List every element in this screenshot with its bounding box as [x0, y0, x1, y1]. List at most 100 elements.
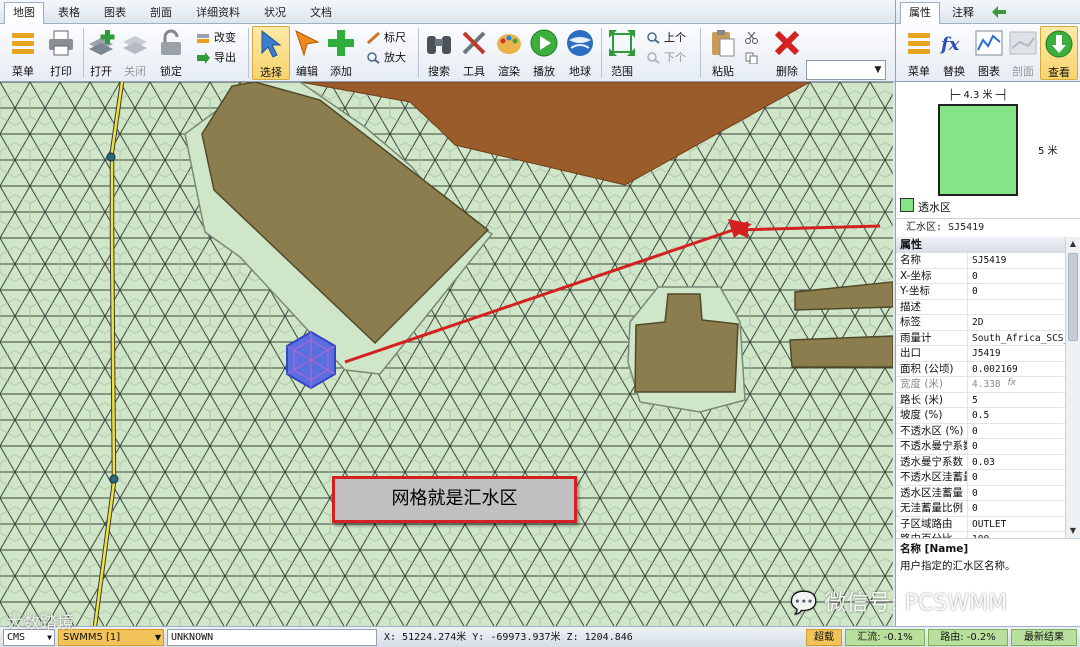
junction-node[interactable] — [109, 474, 119, 484]
property-row[interactable]: 透水区洼蓄量 0 — [896, 485, 1066, 501]
routing-error-indicator[interactable]: 路由: -0.2% — [928, 629, 1008, 646]
play-button[interactable]: 播放 — [525, 26, 563, 80]
property-value[interactable]: 5 — [970, 393, 1066, 408]
property-row[interactable]: 坡度 (%) 0.5 — [896, 408, 1066, 424]
print-button[interactable]: 打印 — [42, 26, 80, 80]
export-button[interactable]: 导出 — [196, 49, 236, 67]
tab-details[interactable]: 详细资料 — [188, 3, 248, 24]
paste-button[interactable]: 粘贴 — [704, 26, 742, 80]
render-button[interactable]: 渲染 — [490, 26, 528, 80]
property-name: 宽度 (米) — [896, 377, 968, 392]
add-button[interactable]: 添加 — [322, 26, 360, 80]
property-value[interactable]: 0 — [970, 501, 1066, 516]
property-row[interactable]: 宽度 (米) fx 4.338 — [896, 377, 1066, 393]
right-panel-ribbon: 菜单 fx 替换 图表 剖面 查看 — [895, 24, 1080, 82]
property-value[interactable]: 0 — [970, 470, 1066, 485]
cursor-coordinates: X: 51224.274米 Y: -69973.937米 Z: 1204.846 — [384, 632, 633, 643]
menu-tab-bar: 地图 表格 图表 剖面 详细资料 状况 文档 — [0, 0, 895, 25]
panel-chart-button[interactable]: 图表 — [970, 26, 1008, 80]
property-row[interactable]: X-坐标 0 — [896, 268, 1066, 284]
open-button[interactable]: 打开 — [82, 26, 120, 80]
property-value[interactable]: 0 — [970, 284, 1066, 299]
property-name: 出口 — [896, 346, 968, 361]
property-scrollbar[interactable]: ▲ ▼ — [1065, 237, 1080, 538]
property-value[interactable]: J5419 — [970, 346, 1066, 361]
height-dimension: 5 米 — [1038, 146, 1058, 157]
property-value[interactable]: OUTLET — [970, 517, 1066, 532]
pin-panel-icon[interactable] — [992, 6, 1006, 21]
panel-profile-button[interactable]: 剖面 — [1004, 26, 1042, 80]
property-name: 透水区洼蓄量 — [896, 485, 968, 501]
replace-button[interactable]: fx 替换 — [935, 26, 973, 80]
scroll-down-icon[interactable]: ▼ — [1066, 524, 1080, 538]
edit-button[interactable]: 编辑 — [288, 26, 326, 80]
lock-button[interactable]: 锁定 — [152, 26, 190, 80]
property-row[interactable]: 描述 — [896, 299, 1066, 315]
tab-table[interactable]: 表格 — [50, 3, 88, 24]
property-row[interactable]: 出口 J5419 — [896, 346, 1066, 362]
previous-extent-button[interactable]: 上个 — [646, 29, 686, 47]
search-button[interactable]: 搜索 — [420, 26, 458, 80]
junction-node[interactable] — [106, 152, 116, 162]
property-row[interactable]: 不透水区洼蓄量 0 — [896, 470, 1066, 486]
property-row[interactable]: 名称 SJ5419 — [896, 253, 1066, 269]
property-value[interactable]: 0 — [970, 439, 1066, 454]
property-value[interactable]: 0.5 — [970, 408, 1066, 423]
overload-indicator[interactable]: 超载 — [806, 629, 842, 646]
copy-button[interactable] — [744, 49, 762, 67]
property-row[interactable]: 子区域路由 OUTLET — [896, 516, 1066, 532]
tab-properties[interactable]: 属性 — [900, 2, 940, 25]
mesh-grid — [0, 82, 893, 626]
property-value[interactable]: 0.002169 — [970, 362, 1066, 377]
panel-menu-button[interactable]: 菜单 — [900, 26, 938, 80]
property-value[interactable]: 0 — [970, 486, 1066, 501]
property-row[interactable]: 面积 (公顷) 0.002169 — [896, 361, 1066, 377]
tab-documents[interactable]: 文档 — [302, 3, 340, 24]
latest-results-indicator[interactable]: 最新结果 — [1011, 629, 1077, 646]
tab-status[interactable]: 状况 — [256, 3, 294, 24]
property-row[interactable]: 无洼蓄量比例 0 — [896, 501, 1066, 517]
view-button[interactable]: 查看 — [1040, 26, 1078, 80]
tab-profile[interactable]: 剖面 — [142, 3, 180, 24]
change-button[interactable]: 改变 — [196, 29, 236, 47]
property-row[interactable]: 不透水曼宁系数 0 — [896, 439, 1066, 455]
close-button[interactable]: 关闭 — [116, 26, 154, 80]
favorites-combobox[interactable]: ▼ — [806, 60, 886, 80]
tab-map[interactable]: 地图 — [4, 2, 44, 25]
property-row[interactable]: 标签 2D — [896, 315, 1066, 331]
red-x-icon — [772, 28, 802, 58]
zoom-button[interactable]: 放大 — [366, 49, 406, 67]
property-row[interactable]: Y-坐标 0 — [896, 284, 1066, 300]
property-value[interactable]: 0 — [970, 269, 1066, 284]
ribbon-toolbar: 菜单 打印 打开 关闭 锁定 改变 导出 选择 编辑 添加 标尺 放大 搜索 工… — [0, 24, 895, 102]
delete-button[interactable]: 删除 — [768, 26, 806, 80]
map-canvas[interactable]: 网格就是汇水区 — [0, 82, 893, 626]
tools-button[interactable]: 工具 — [455, 26, 493, 80]
property-value[interactable]: 4.338 — [970, 377, 1066, 392]
legend-swatch — [900, 198, 914, 212]
property-value[interactable]: 2D — [970, 315, 1066, 330]
preview-rectangle — [938, 104, 1018, 196]
property-row[interactable]: 不透水区 (%) 0 — [896, 423, 1066, 439]
scroll-thumb[interactable] — [1068, 253, 1078, 341]
property-row[interactable]: 路长 (米) 5 — [896, 392, 1066, 408]
cut-button[interactable] — [744, 29, 762, 47]
select-button[interactable]: 选择 — [252, 26, 290, 80]
tab-notes[interactable]: 注释 — [944, 3, 982, 24]
next-extent-button[interactable]: 下个 — [646, 49, 686, 67]
property-row[interactable]: 透水曼宁系数 0.03 — [896, 454, 1066, 470]
extent-button[interactable]: 范围 — [603, 26, 641, 80]
property-value[interactable]: South_Africa_SCS_ — [970, 331, 1066, 346]
property-value[interactable]: 0 — [970, 424, 1066, 439]
inflow-error-indicator[interactable]: 汇流: -0.1% — [845, 629, 925, 646]
property-value[interactable] — [970, 300, 1066, 315]
property-value[interactable]: 0.03 — [970, 455, 1066, 470]
property-value[interactable]: SJ5419 — [970, 253, 1066, 268]
scroll-up-icon[interactable]: ▲ — [1066, 237, 1080, 251]
menu-button[interactable]: 菜单 — [4, 26, 42, 80]
menu-icon — [904, 28, 934, 58]
ruler-button[interactable]: 标尺 — [366, 29, 406, 47]
tab-chart[interactable]: 图表 — [96, 3, 134, 24]
property-row[interactable]: 雨量计 South_Africa_SCS_ — [896, 330, 1066, 346]
earth-button[interactable]: 地球 — [561, 26, 599, 80]
